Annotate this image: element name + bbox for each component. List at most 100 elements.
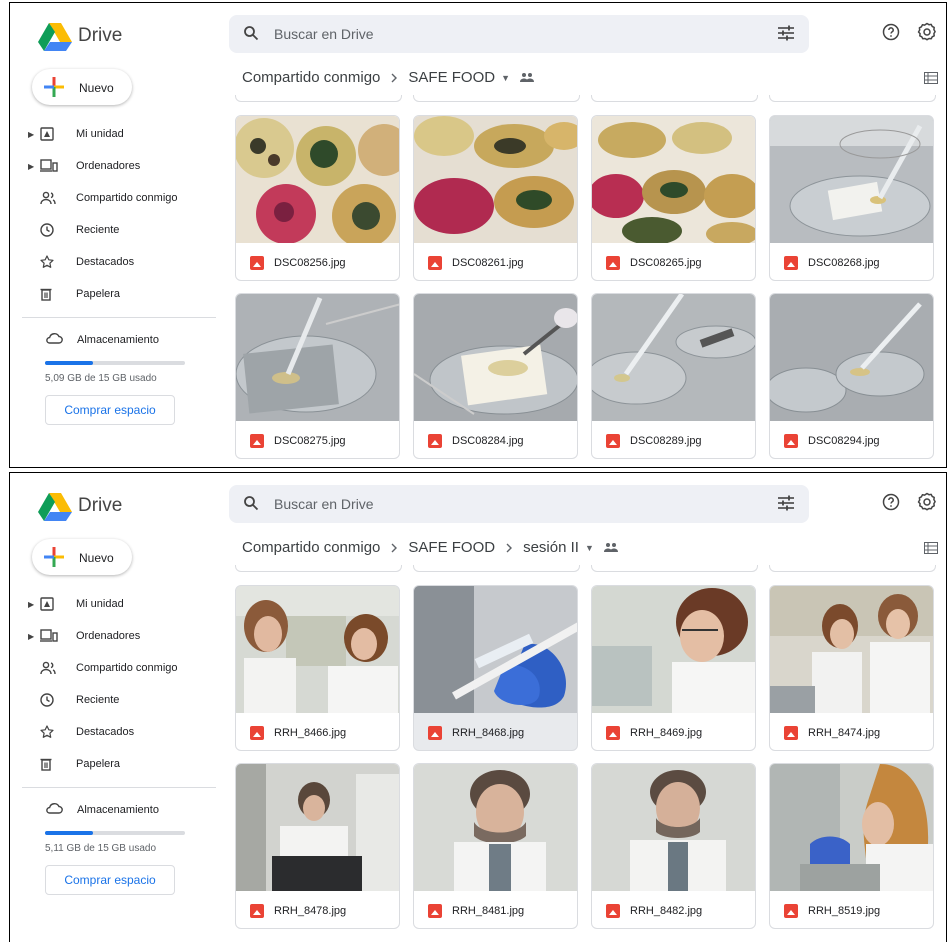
new-button-label: Nuevo <box>79 551 114 565</box>
sidebar-item-label: Mi unidad <box>76 598 124 610</box>
file-card[interactable]: RRH_8468.jpg <box>413 585 578 751</box>
search-icon[interactable] <box>243 495 259 516</box>
file-caption: RRH_8478.jpg <box>250 904 346 918</box>
shared-folder-icon <box>603 539 618 556</box>
image-thumbnail[interactable] <box>592 764 755 891</box>
search-input[interactable]: Buscar en Drive <box>274 26 374 42</box>
image-thumbnail[interactable] <box>414 116 577 243</box>
breadcrumb-item[interactable]: sesión II <box>523 539 579 556</box>
list-view-icon[interactable] <box>924 71 938 89</box>
image-thumbnail[interactable] <box>770 294 933 421</box>
image-thumbnail[interactable] <box>414 764 577 891</box>
shared-folder-icon <box>520 69 535 86</box>
sidebar-item-starred[interactable]: Destacados <box>28 721 134 743</box>
file-card[interactable]: DSC08284.jpg <box>413 293 578 459</box>
computers-icon <box>40 627 62 645</box>
new-button[interactable]: Nuevo <box>32 539 132 575</box>
file-card[interactable]: DSC08261.jpg <box>413 115 578 281</box>
search-input[interactable]: Buscar en Drive <box>274 496 374 512</box>
sidebar-item-starred[interactable]: Destacados <box>28 251 134 273</box>
image-thumbnail[interactable] <box>592 586 755 713</box>
expand-arrow-icon[interactable]: ▶ <box>28 600 38 609</box>
image-thumbnail[interactable] <box>770 586 933 713</box>
help-icon[interactable] <box>882 493 900 516</box>
file-card[interactable]: DSC08265.jpg <box>591 115 756 281</box>
storage-item[interactable]: Almacenamiento <box>45 332 159 347</box>
search-bar[interactable]: Buscar en Drive <box>229 485 809 523</box>
sidebar-item-recent[interactable]: Reciente <box>28 219 119 241</box>
expand-arrow-icon[interactable]: ▶ <box>28 162 38 171</box>
sidebar-item-trash[interactable]: Papelera <box>28 283 120 305</box>
sidebar-item-label: Ordenadores <box>76 630 141 642</box>
trash-icon <box>40 755 62 773</box>
file-card[interactable]: RRH_8478.jpg <box>235 763 400 929</box>
drive-logo[interactable]: Drive <box>38 491 122 521</box>
file-name: DSC08268.jpg <box>808 257 880 269</box>
file-card[interactable]: DSC08256.jpg <box>235 115 400 281</box>
image-thumbnail[interactable] <box>236 764 399 891</box>
file-card[interactable]: DSC08275.jpg <box>235 293 400 459</box>
file-name: DSC08256.jpg <box>274 257 346 269</box>
folder-dropdown-icon[interactable]: ▼ <box>585 543 594 553</box>
expand-arrow-icon[interactable]: ▶ <box>28 632 38 641</box>
tune-icon[interactable] <box>777 25 795 46</box>
buy-storage-button[interactable]: Comprar espacio <box>45 395 175 425</box>
image-thumbnail[interactable] <box>414 586 577 713</box>
drive-logo[interactable]: Drive <box>38 21 122 51</box>
search-bar[interactable]: Buscar en Drive <box>229 15 809 53</box>
file-name: DSC08289.jpg <box>630 435 702 447</box>
search-icon[interactable] <box>243 25 259 46</box>
expand-arrow-icon[interactable]: ▶ <box>28 130 38 139</box>
image-thumbnail[interactable] <box>414 294 577 421</box>
sidebar-divider <box>22 787 216 788</box>
storage-bar <box>45 361 185 365</box>
image-thumbnail[interactable] <box>592 116 755 246</box>
image-thumbnail[interactable] <box>770 116 933 243</box>
breadcrumb-item[interactable]: Compartido conmigo <box>242 69 380 86</box>
sidebar-item-trash[interactable]: Papelera <box>28 753 120 775</box>
image-file-icon <box>428 904 442 918</box>
breadcrumb-item[interactable]: Compartido conmigo <box>242 539 380 556</box>
image-thumbnail[interactable] <box>236 116 399 248</box>
image-thumbnail[interactable] <box>592 294 755 421</box>
file-caption: DSC08275.jpg <box>250 434 346 448</box>
buy-storage-button[interactable]: Comprar espacio <box>45 865 175 895</box>
image-file-icon <box>784 904 798 918</box>
file-card[interactable]: DSC08294.jpg <box>769 293 934 459</box>
drive-logo-icon <box>38 493 72 521</box>
sidebar-item-computers[interactable]: ▶ Ordenadores <box>28 155 140 177</box>
breadcrumb-item[interactable]: SAFE FOOD <box>408 69 495 86</box>
sidebar-item-my-drive[interactable]: ▶ Mi unidad <box>28 123 124 145</box>
settings-icon[interactable] <box>917 22 937 47</box>
folder-dropdown-icon[interactable]: ▼ <box>501 73 510 83</box>
image-thumbnail[interactable] <box>236 294 399 421</box>
file-caption: RRH_8468.jpg <box>428 726 524 740</box>
sidebar-item-shared-with-me[interactable]: Compartido conmigo <box>28 187 178 209</box>
file-card[interactable]: RRH_8469.jpg <box>591 585 756 751</box>
file-card[interactable]: RRH_8474.jpg <box>769 585 934 751</box>
file-name: DSC08265.jpg <box>630 257 702 269</box>
sidebar-item-computers[interactable]: ▶ Ordenadores <box>28 625 140 647</box>
new-button[interactable]: Nuevo <box>32 69 132 105</box>
file-card[interactable]: RRH_8519.jpg <box>769 763 934 929</box>
shared-icon <box>40 189 62 207</box>
file-card[interactable]: RRH_8481.jpg <box>413 763 578 929</box>
tune-icon[interactable] <box>777 495 795 516</box>
my-drive-icon <box>40 595 62 613</box>
storage-item[interactable]: Almacenamiento <box>45 802 159 817</box>
file-name: RRH_8519.jpg <box>808 905 881 917</box>
list-view-icon[interactable] <box>924 541 938 559</box>
breadcrumb-item[interactable]: SAFE FOOD <box>408 539 495 556</box>
settings-icon[interactable] <box>917 492 937 517</box>
image-thumbnail[interactable] <box>770 764 933 891</box>
help-icon[interactable] <box>882 23 900 46</box>
sidebar-item-shared-with-me[interactable]: Compartido conmigo <box>28 657 178 679</box>
sidebar-item-my-drive[interactable]: ▶ Mi unidad <box>28 593 124 615</box>
sidebar-item-recent[interactable]: Reciente <box>28 689 119 711</box>
file-card[interactable]: RRH_8466.jpg <box>235 585 400 751</box>
image-thumbnail[interactable] <box>236 586 399 713</box>
file-card[interactable]: DSC08268.jpg <box>769 115 934 281</box>
file-card[interactable]: DSC08289.jpg <box>591 293 756 459</box>
file-card[interactable]: RRH_8482.jpg <box>591 763 756 929</box>
computers-icon <box>40 157 62 175</box>
